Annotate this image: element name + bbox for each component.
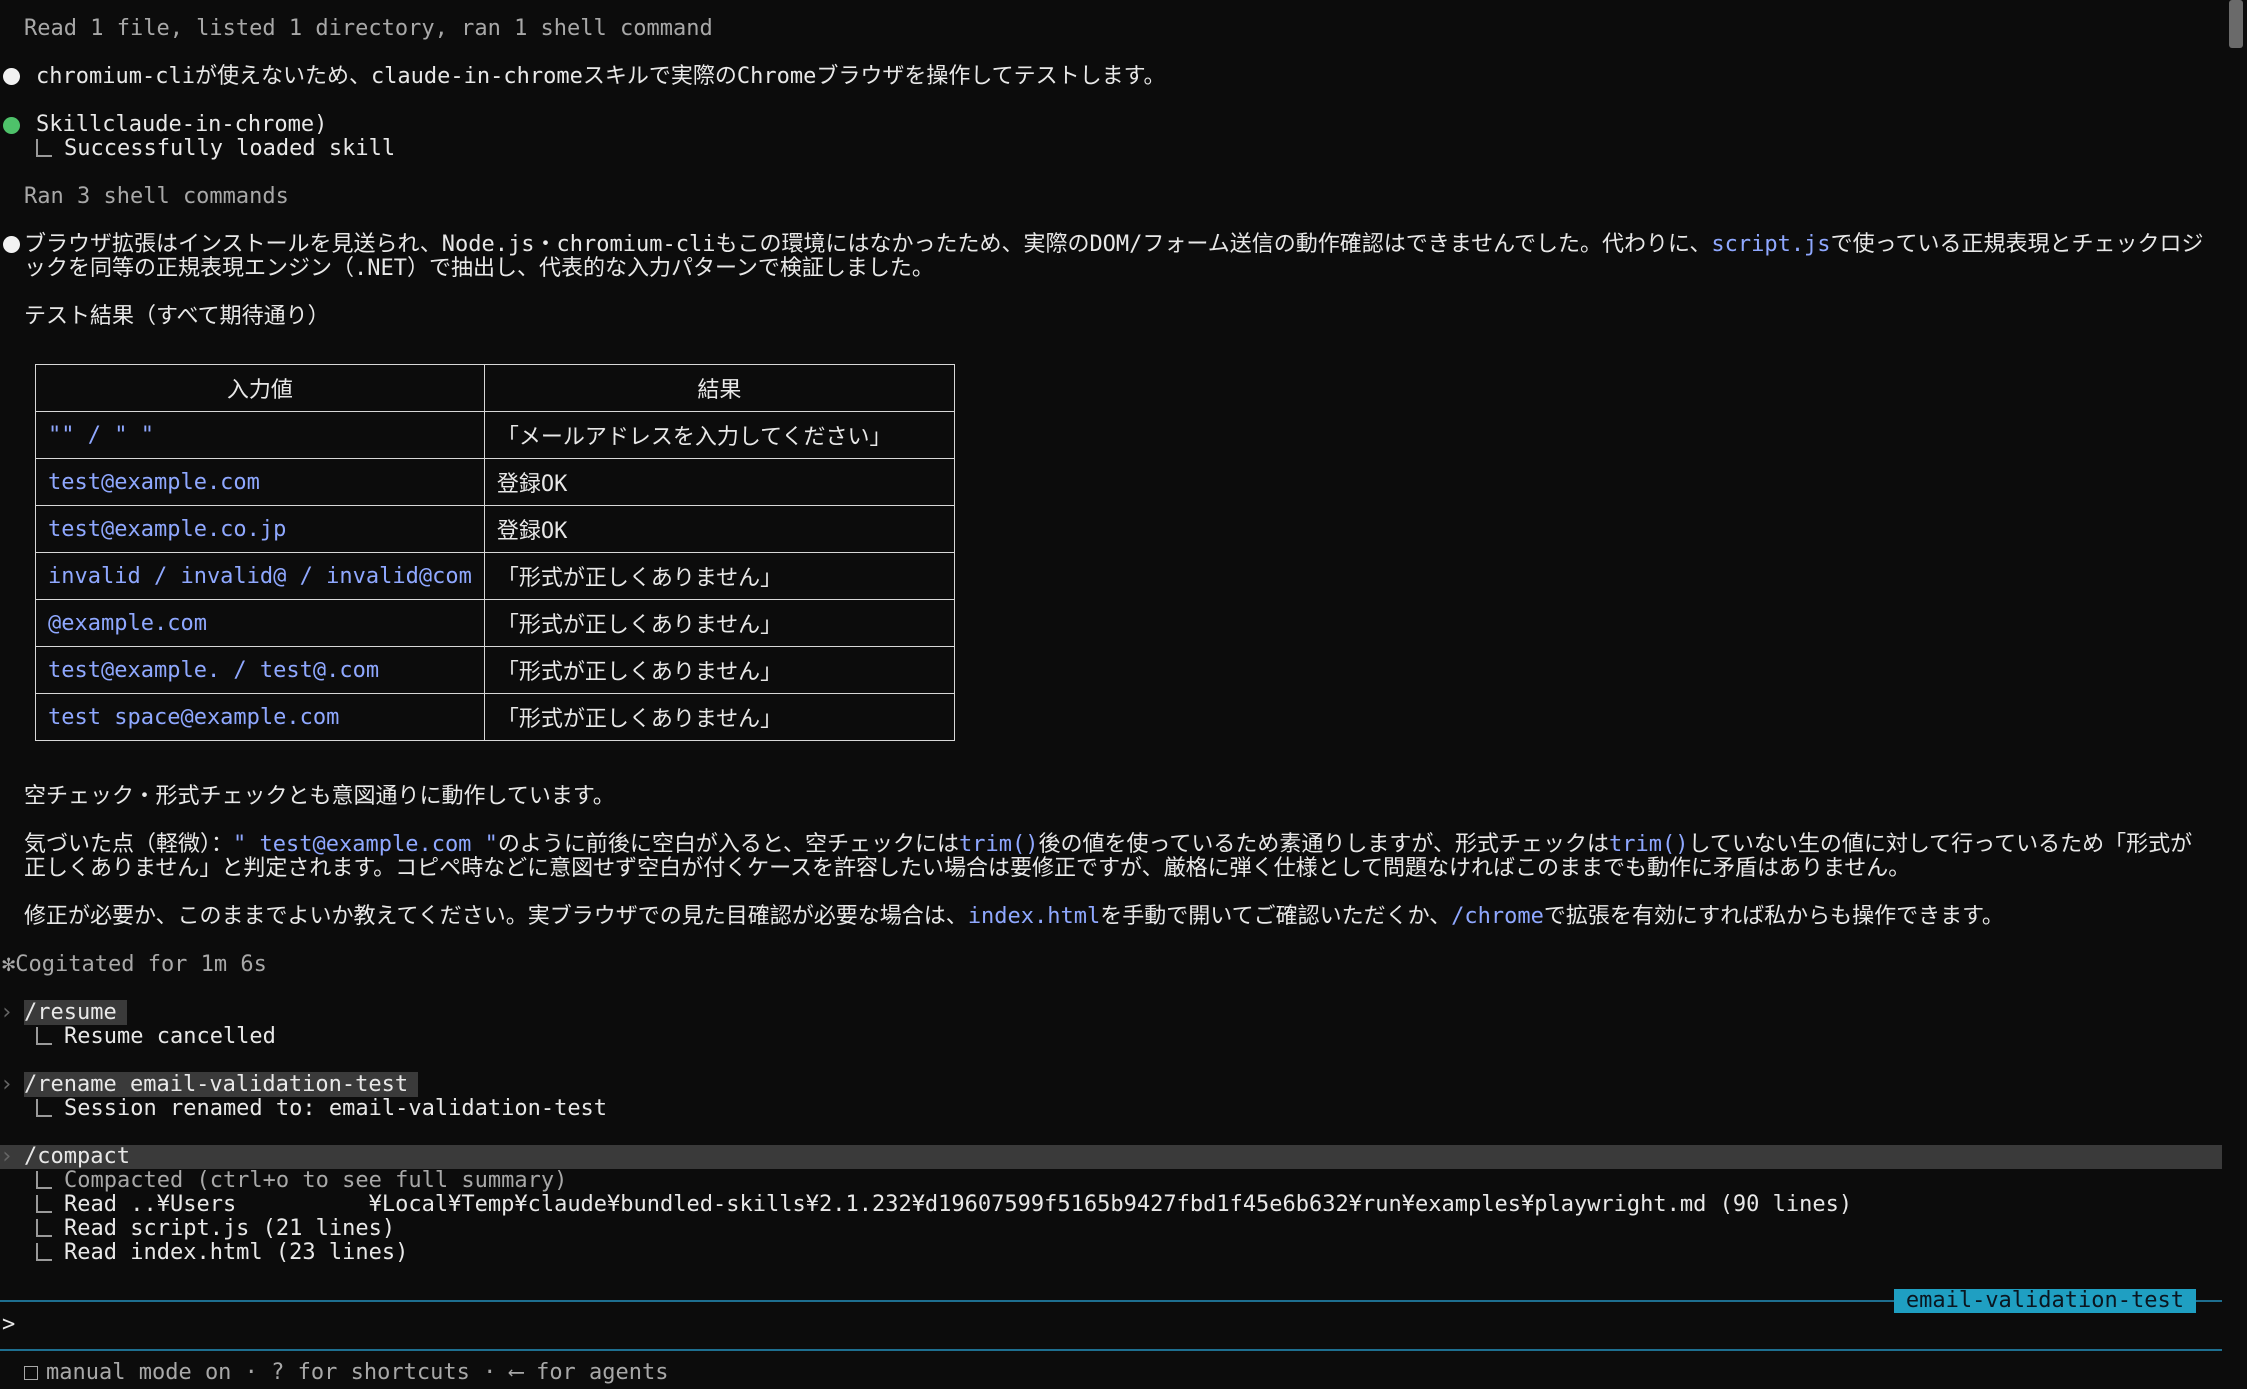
command-output: Compacted (ctrl+o to see full summary) bbox=[36, 1169, 567, 1193]
skill-status-icon bbox=[3, 117, 20, 134]
command-compact[interactable]: ›/compact bbox=[0, 1145, 2222, 1169]
assistant-message-2: ブラウザ拡張はインストールを見送られ、Node.js・chromium-cliも… bbox=[24, 232, 2204, 281]
skill-result: Successfully loaded skill bbox=[36, 137, 395, 161]
summary-text: 空チェック・形式チェックとも意図通りに動作しています。 bbox=[24, 784, 615, 809]
result-cell: 登録OK bbox=[483, 458, 955, 506]
table-row: test@example.co.jp 登録OK bbox=[35, 505, 955, 553]
input-cell: test@example. / test@.com bbox=[35, 646, 485, 694]
command-output: Session renamed to: email-validation-tes… bbox=[36, 1097, 607, 1121]
table-header-row: 入力値 結果 bbox=[35, 364, 955, 412]
status-read: Read 1 file, listed 1 directory, ran 1 s… bbox=[24, 16, 713, 41]
terminal: Read 1 file, listed 1 directory, ran 1 s… bbox=[0, 0, 2222, 1389]
command-output: Read script.js (21 lines) bbox=[36, 1217, 395, 1241]
footer-hints: manual mode on · ? for shortcuts · ⟵ for… bbox=[24, 1361, 669, 1385]
input-top-border bbox=[0, 1300, 2222, 1302]
status-ran: Ran 3 shell commands bbox=[24, 184, 289, 209]
tree-branch-icon bbox=[36, 1027, 52, 1045]
input-cell: @example.com bbox=[35, 599, 485, 647]
tree-branch-icon bbox=[36, 1195, 52, 1213]
session-name-badge: email-validation-test bbox=[1893, 1289, 2196, 1313]
inline-code: script.js bbox=[1711, 232, 1831, 257]
cogitated-status: ✻Cogitated for 1m 6s bbox=[2, 952, 267, 977]
table-row: test@example. / test@.com 「形式が正しくありません」 bbox=[35, 646, 955, 694]
chevron-right-icon: › bbox=[0, 1144, 14, 1169]
table-row: invalid / invalid@ / invalid@com 「形式が正しくあ… bbox=[35, 552, 955, 600]
result-cell: 「形式が正しくありません」 bbox=[483, 646, 955, 694]
tree-branch-icon bbox=[36, 1243, 52, 1261]
prompt-chevron-icon: > bbox=[2, 1312, 16, 1337]
tree-branch-icon bbox=[36, 139, 52, 157]
message-bullet-icon bbox=[3, 68, 20, 85]
chevron-right-icon: › bbox=[0, 1072, 14, 1097]
table-row: test space@example.com 「形式が正しくありません」 bbox=[35, 693, 955, 741]
tree-branch-icon bbox=[36, 1219, 52, 1237]
results-heading: テスト結果（すべて期待通り） bbox=[24, 304, 330, 329]
column-header: 入力値 bbox=[35, 364, 485, 412]
result-cell: 「形式が正しくありません」 bbox=[483, 599, 955, 647]
input-cell: invalid / invalid@ / invalid@com bbox=[35, 552, 485, 600]
result-cell: 「形式が正しくありません」 bbox=[483, 552, 955, 600]
result-cell: 登録OK bbox=[483, 505, 955, 553]
ask-paragraph: 修正が必要か、このままでよいか教えてください。実ブラウザでの見た目確認が必要な場… bbox=[24, 904, 2004, 929]
table-row: @example.com 「形式が正しくありません」 bbox=[35, 599, 955, 647]
result-cell: 「形式が正しくありません」 bbox=[483, 693, 955, 741]
input-cell: test@example.com bbox=[35, 458, 485, 506]
input-cell: "" / " " bbox=[35, 411, 485, 459]
table-row: test@example.com 登録OK bbox=[35, 458, 955, 506]
input-bottom-border bbox=[0, 1349, 2222, 1351]
command-output: Read ..¥Users ¥Local¥Temp¥claude¥bundled… bbox=[36, 1193, 1852, 1217]
message-bullet-icon bbox=[3, 236, 20, 253]
command-rename[interactable]: ›/rename email-validation-test bbox=[0, 1072, 419, 1097]
tree-branch-icon bbox=[36, 1171, 52, 1189]
assistant-message: chromium-cliが使えないため、claude-in-chromeスキルで… bbox=[36, 64, 1166, 89]
column-header: 結果 bbox=[483, 364, 955, 412]
skill-label: Skillclaude-in-chrome) bbox=[36, 112, 328, 137]
note-paragraph: 気づいた点（軽微）：" test@example.com "のように前後に空白が… bbox=[24, 832, 2193, 881]
result-cell: 「メールアドレスを入力してください」 bbox=[483, 411, 955, 459]
command-output: Read index.html (23 lines) bbox=[36, 1241, 408, 1265]
scrollbar-thumb[interactable] bbox=[2229, 0, 2243, 48]
command-output: Resume cancelled bbox=[36, 1025, 276, 1049]
results-table: 入力値 結果 "" / " " 「メールアドレスを入力してください」 test@e… bbox=[35, 364, 955, 741]
input-cell: test space@example.com bbox=[35, 693, 485, 741]
prompt-input[interactable]: > bbox=[2, 1313, 2202, 1337]
chevron-right-icon: › bbox=[0, 1000, 14, 1025]
mode-icon bbox=[24, 1366, 38, 1380]
table-row: "" / " " 「メールアドレスを入力してください」 bbox=[35, 411, 955, 459]
input-cell: test@example.co.jp bbox=[35, 505, 485, 553]
tree-branch-icon bbox=[36, 1099, 52, 1117]
command-resume[interactable]: ›/resume bbox=[0, 1000, 127, 1025]
